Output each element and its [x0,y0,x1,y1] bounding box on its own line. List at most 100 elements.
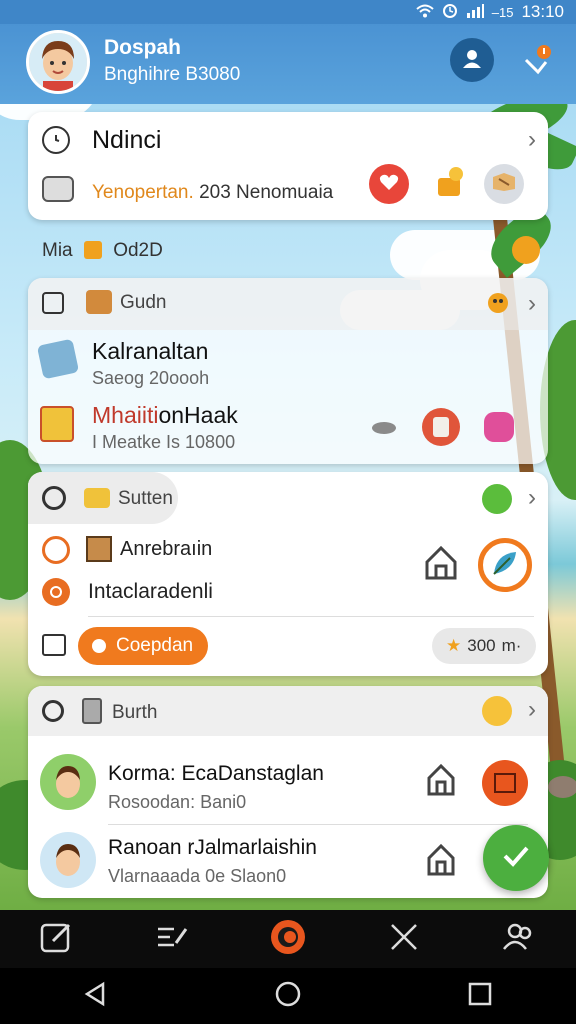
divider [108,824,528,825]
compass-button[interactable] [478,538,532,592]
top-card-subtitle-left: Yenopertan. [92,182,194,203]
box-icon [86,290,112,314]
user-subtitle: Bnghihre B3080 [104,64,241,85]
signal-icon [466,3,484,21]
mid-label: Mia Od2D [42,240,163,262]
gift-button[interactable] [430,164,470,204]
burth-header-label: Burth [112,702,158,723]
user-name: Dospah [104,36,182,59]
link-icon [42,700,64,722]
gudn-card: Gudn › Kalranaltan Saeog 20oooh Mhaiitio… [28,278,548,464]
inbox-button[interactable] [482,760,528,806]
ticket-icon [84,488,110,508]
alarm-icon [442,3,458,22]
search-icon [42,486,66,510]
chevron-right-icon[interactable]: › [528,696,536,724]
tools-icon[interactable] [386,919,422,960]
home-active-icon[interactable] [268,917,308,962]
sutten-item1[interactable]: Anrebraıin [120,538,212,561]
emoji-icon [482,696,512,726]
burth-header[interactable] [28,686,548,736]
status-time: 13:10 [521,2,564,21]
calendar-icon [42,634,66,656]
star-icon: ★ [446,636,462,655]
gudn-item2-title-b: onHaak [158,402,238,428]
bell-icon [518,45,558,86]
chevron-right-icon[interactable]: › [528,484,536,512]
coepdan-button[interactable]: Coepdan [78,627,208,665]
gudn-item2-title[interactable]: MhaiitionHaak [92,402,238,429]
keyboard-icon [42,176,74,202]
home-icon[interactable] [426,762,456,798]
header-text: Dospah Bnghihre B3080 [104,36,240,86]
sutten-item2[interactable]: Intaclaradenli [88,580,213,604]
recents-icon[interactable] [467,981,493,1012]
status-bar: –15 13:10 [0,0,576,24]
top-card[interactable]: Ndinci › Yenopertan. 203 Nenomuaia [28,112,548,220]
chevron-right-icon[interactable]: › [528,126,536,154]
gift-icon [432,164,468,205]
jar-button[interactable] [422,408,460,446]
check-icon [502,845,530,872]
inbox-icon [494,773,516,793]
favorite-button[interactable] [369,164,409,204]
briefcase-icon [42,292,64,314]
bag-button[interactable] [480,408,518,446]
crate-icon [86,536,112,562]
notifications-button[interactable] [518,42,558,82]
lion-icon [484,290,512,318]
tasks-icon[interactable] [154,919,190,960]
gudn-header-label: Gudn [120,292,167,313]
score-chip[interactable]: ★ 300 m· [432,628,536,664]
person2-avatar[interactable] [40,832,96,888]
top-card-title: Ndinci [92,126,162,154]
map-icon [491,171,517,198]
target-icon [42,536,70,564]
person1-avatar[interactable] [40,754,96,810]
map-icon [36,338,80,380]
edit-icon[interactable] [39,919,75,960]
coepdan-button-label: Coepdan [116,635,194,656]
confirm-fab[interactable] [483,825,549,891]
phone-icon [82,698,102,724]
profile-button[interactable] [450,38,494,82]
gudn-item1-title[interactable]: Kalranaltan [92,338,208,365]
divider [88,616,534,617]
power-icon [42,578,70,606]
document-icon [40,406,74,442]
clock-icon [42,126,70,154]
profile-icon [461,47,483,74]
home-icon[interactable] [424,544,458,582]
home-icon[interactable] [426,842,456,878]
dot-icon [92,639,106,653]
heart-icon [379,173,399,196]
bag-icon [484,412,514,442]
box-icon [83,241,102,259]
coin-icon [512,236,540,264]
person2-name[interactable]: Ranoan rJalmarlaishin [108,836,317,860]
top-card-subtitle: Yenopertan. 203 Nenomuaia [92,182,333,204]
network-label: –15 [491,4,514,20]
gudn-item1-sub: Saeog 20oooh [92,368,210,388]
user-avatar[interactable] [26,30,90,94]
person1-name[interactable]: Korma: EcaDanstaglan [108,762,324,786]
score-value: 300 [467,636,496,655]
frog-icon [482,484,512,514]
map-button[interactable] [484,164,524,204]
home-circle-icon[interactable] [274,980,302,1013]
cloud-icon [372,422,396,434]
score-suffix: m· [501,636,522,655]
sutten-card: Sutten › Anrebraıin Intaclaradenli Coepd… [28,472,548,676]
app-header: Dospah Bnghihre B3080 [0,24,576,104]
top-card-subtitle-right: 203 Nenomuaia [199,182,334,203]
person2-sub: Vlarnaaada 0e Slaon0 [108,866,287,886]
back-icon[interactable] [83,981,109,1012]
friends-icon[interactable] [501,919,537,960]
wifi-icon [416,4,434,21]
chevron-right-icon[interactable]: › [528,290,536,318]
sutten-header-label: Sutten [118,488,173,509]
person1-sub: Rosoodan: Bani0 [108,792,247,812]
gudn-item2-title-a: Mhaiiti [92,402,159,428]
feather-icon [490,548,520,583]
jar-icon [433,417,449,437]
